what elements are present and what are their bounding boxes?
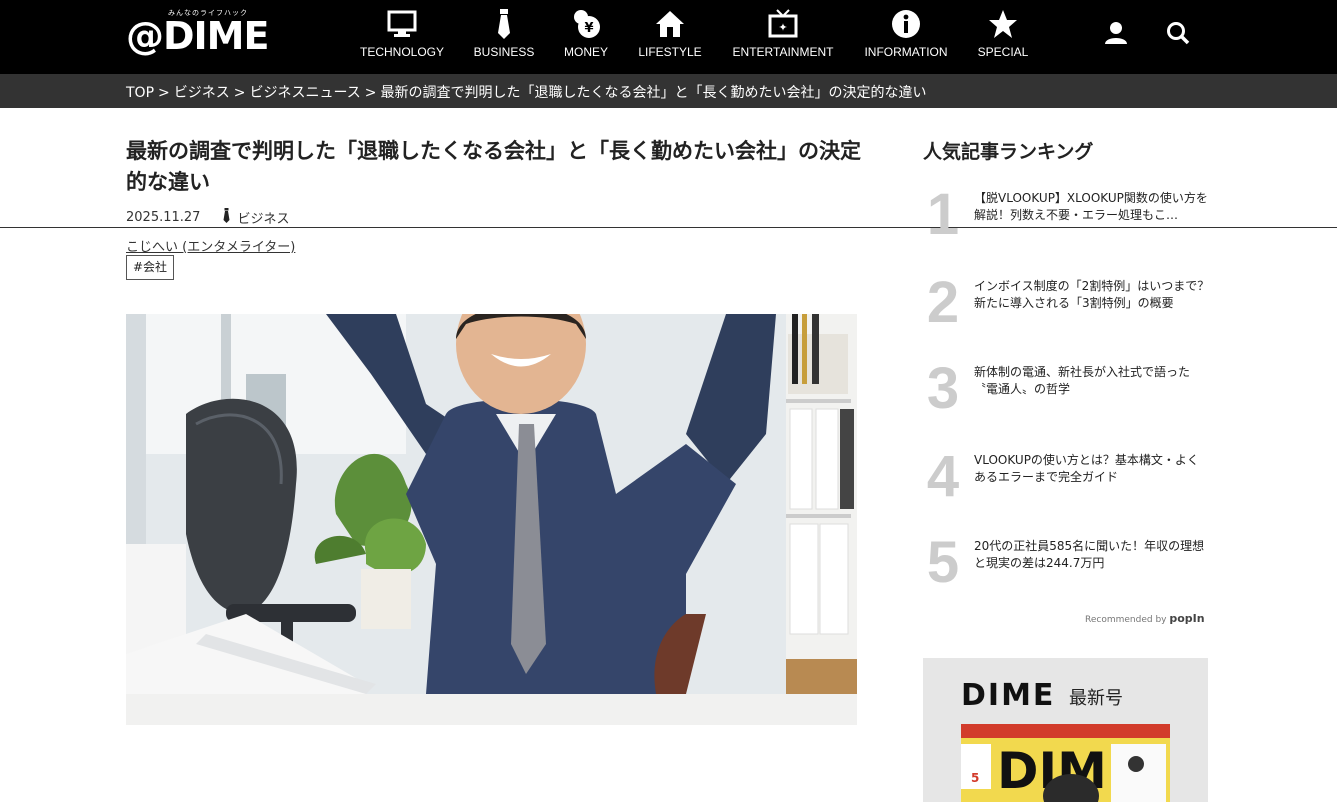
ranking-text: 【脱VLOOKUP】XLOOKUP関数の使い方を解説！列数え不要・エラー処理もこ… [974,191,1208,222]
article-hero-image [126,314,857,725]
nav-label: ENTERTAINMENT [732,45,834,59]
nav-special[interactable]: SPECIAL [976,6,1030,68]
nav-entertainment[interactable]: ✦ ENTERTAINMENT [730,6,836,68]
recommended-by[interactable]: Recommended by popIn [1085,612,1205,625]
popin-logo: popIn [1169,612,1205,625]
breadcrumb: TOP > ビジネス > ビジネスニュース > 最新の調査で判明した「退職したくなる会社」と… [126,82,927,102]
house-icon [654,8,686,40]
cover-issue: 5 [971,771,979,785]
user-icon [1103,20,1129,50]
breadcrumb-separator: > [158,85,170,101]
magazine-latest-label: 最新号 [1069,688,1123,709]
tv-icon: ✦ [767,8,799,40]
site-logo[interactable]: みんなのライフハック @DIME [126,8,269,58]
nav-label: LIFESTYLE [638,45,702,59]
article-title: 最新の調査で判明した「退職したくなる会社」と「長く勤めたい会社」の決定的な違い [126,139,861,194]
recommended-by-label: Recommended by [1085,615,1167,625]
svg-text:✦: ✦ [778,21,787,34]
breadcrumb-business[interactable]: ビジネス [174,85,230,101]
article-category[interactable]: ビジネス [222,208,289,227]
breadcrumb-top[interactable]: TOP [126,85,154,101]
user-button[interactable] [1101,20,1131,50]
info-icon [890,8,922,40]
search-icon [1165,20,1191,50]
ranking-item[interactable]: 3 新体制の電通、新社長が入社式で語った〝電通人〟の哲学 [923,360,1213,420]
article-date: 2025.11.27 [126,210,201,225]
ranking-number: 3 [926,356,960,421]
magazine-cover[interactable]: DIME 5 [961,724,1170,802]
nav-information[interactable]: INFORMATION [862,6,950,68]
ranking-text: 新体制の電通、新社長が入社式で語った〝電通人〟の哲学 [974,365,1191,396]
breadcrumb-bar: TOP > ビジネス > ビジネスニュース > 最新の調査で判明した「退職したくなる会社」と… [0,74,1337,108]
ranking-text: インボイス制度の「2割特例」はいつまで？新たに導入される「3割特例」の概要 [974,279,1210,310]
magazine-cover-image: DIME 5 [961,724,1170,802]
ranking-item[interactable]: 1 【脱VLOOKUP】XLOOKUP関数の使い方を解説！列数え不要・エラー処理… [923,186,1213,246]
nav-label: INFORMATION [864,45,948,59]
breadcrumb-current: 最新の調査で判明した「退職したくなる会社」と「長く勤めたい会社」の決定的な違い [380,85,927,101]
nav-money[interactable]: ¥ MONEY [560,6,612,68]
hero-photo [126,314,857,725]
ranking-title: 人気記事ランキング [923,141,1094,163]
ranking-item[interactable]: 5 20代の正社員585名に聞いた！年収の理想と現実の差は244.7万円 [923,534,1213,594]
article-tag[interactable]: #会社 [126,255,175,280]
article-category-label: ビジネス [237,212,290,227]
necktie-icon [488,8,520,40]
necktie-icon [222,208,237,227]
nav-label: BUSINESS [473,45,535,59]
money-bag-icon: ¥ [570,8,602,40]
site-header: みんなのライフハック @DIME TECHNOLOGY BUSINESS ¥ M… [0,0,1337,74]
nav-label: TECHNOLOGY [359,45,444,59]
ranking-text: VLOOKUPの使い方とは？基本構文・よくあるエラーまで完全ガイド [974,453,1199,484]
nav-label: MONEY [563,45,608,59]
latest-issue-box[interactable]: DIME 最新号 DIME 5 [923,658,1208,802]
ranking-number: 2 [926,270,960,335]
star-icon [987,8,1019,40]
breadcrumb-separator: > [364,85,377,101]
article-meta: 2025.11.27 ビジネス [126,208,289,227]
monitor-icon [386,8,418,40]
ranking-number: 1 [926,182,960,247]
ranking-item[interactable]: 4 VLOOKUPの使い方とは？基本構文・よくあるエラーまで完全ガイド [923,448,1213,508]
ranking-text: 20代の正社員585名に聞いた！年収の理想と現実の差は244.7万円 [974,539,1205,570]
article-author[interactable]: こじへい (エンタメライター) [126,236,295,255]
ranking-number: 4 [926,444,960,509]
breadcrumb-business-news[interactable]: ビジネスニュース [249,85,360,101]
nav-lifestyle[interactable]: LIFESTYLE [636,6,704,68]
ranking-item[interactable]: 2 インボイス制度の「2割特例」はいつまで？新たに導入される「3割特例」の概要 [923,274,1213,334]
logo-text: @DIME [126,14,269,58]
ranking-number: 5 [926,530,960,595]
nav-business[interactable]: BUSINESS [472,6,536,68]
nav-label: SPECIAL [977,45,1029,59]
svg-text:¥: ¥ [584,21,593,36]
search-button[interactable] [1163,20,1193,50]
nav-technology[interactable]: TECHNOLOGY [358,6,446,68]
magazine-brand: DIME [961,678,1056,713]
breadcrumb-separator: > [233,85,246,101]
